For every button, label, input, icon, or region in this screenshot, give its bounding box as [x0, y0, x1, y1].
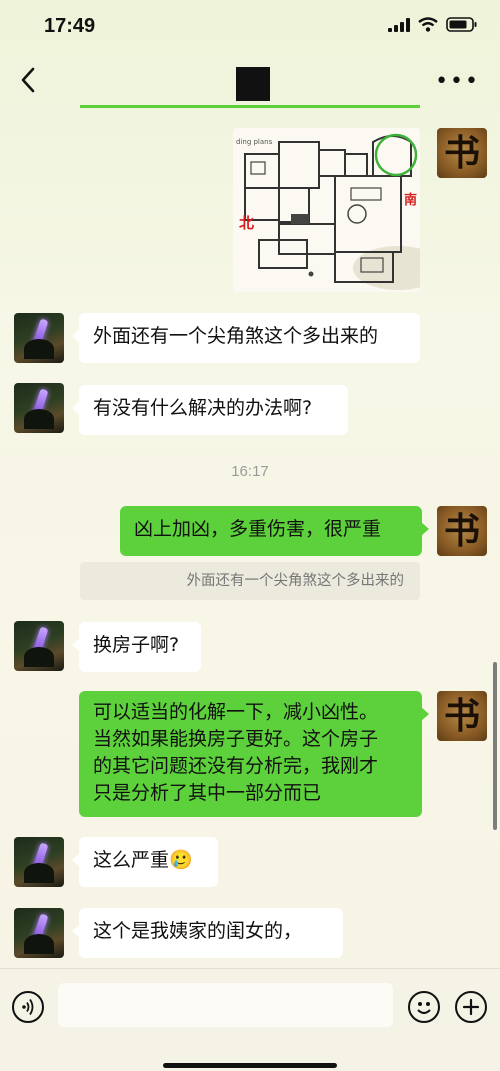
status-icons	[388, 17, 478, 32]
floor-plan-caption: ding plans	[236, 138, 273, 146]
emoji-face: 🥲	[169, 849, 193, 871]
avatar-me[interactable]: 书	[437, 128, 487, 178]
message-bubble[interactable]: 外面还有一个尖角煞这个多出来的	[72, 313, 420, 363]
scrollbar[interactable]	[493, 662, 497, 830]
back-icon[interactable]	[16, 65, 46, 95]
battery-icon	[446, 17, 477, 32]
avatar-other[interactable]	[14, 837, 64, 887]
nav-bar: •••	[0, 55, 500, 108]
signal-icon	[388, 17, 410, 32]
status-bar: 17:49	[0, 0, 500, 55]
message-bubble-me[interactable]: 凶上加凶，多重伤害，很严重	[120, 506, 429, 556]
avatar-other[interactable]	[14, 908, 64, 958]
avatar-me[interactable]: 书	[437, 691, 487, 741]
voice-wave-icon	[22, 999, 34, 1015]
north-label: 北	[239, 214, 255, 232]
plus-icon[interactable]	[455, 991, 487, 1023]
smile-icon	[417, 1002, 431, 1014]
emoji-icon[interactable]	[408, 991, 440, 1023]
quoted-message[interactable]: 外面还有一个尖角煞这个多出来的	[80, 562, 420, 600]
avatar-me[interactable]: 书	[437, 506, 487, 556]
chat-title-redacted	[236, 67, 270, 101]
plus-glyph-icon	[462, 998, 480, 1016]
more-icon[interactable]: •••	[435, 71, 480, 93]
avatar-other[interactable]	[14, 313, 64, 363]
south-label: 南	[404, 193, 418, 208]
voice-icon[interactable]	[12, 991, 44, 1023]
message-bubble[interactable]: 有没有什么解决的办法啊?	[72, 385, 348, 435]
avatar-other[interactable]	[14, 621, 64, 671]
message-bubble-me[interactable]: 可以适当的化解一下，减小凶性。 当然如果能换房子更好。这个房子 的其它问题还没有…	[79, 691, 429, 817]
input-bar	[0, 968, 500, 1071]
message-bubble[interactable]: 这么严重🥲	[72, 837, 218, 887]
floor-plan-drawing	[233, 128, 420, 292]
message-input[interactable]	[58, 983, 393, 1027]
avatar-other[interactable]	[14, 383, 64, 433]
floor-plan-image[interactable]: ding plans 北 南	[233, 128, 420, 292]
title-underline	[80, 105, 420, 108]
message-bubble[interactable]: 这个是我姨家的闺女的，	[72, 908, 343, 958]
message-timestamp: 16:17	[231, 463, 269, 480]
status-time: 17:49	[44, 15, 96, 37]
wifi-icon	[418, 17, 438, 32]
home-indicator	[163, 1063, 337, 1068]
message-bubble[interactable]: 换房子啊?	[72, 622, 201, 672]
